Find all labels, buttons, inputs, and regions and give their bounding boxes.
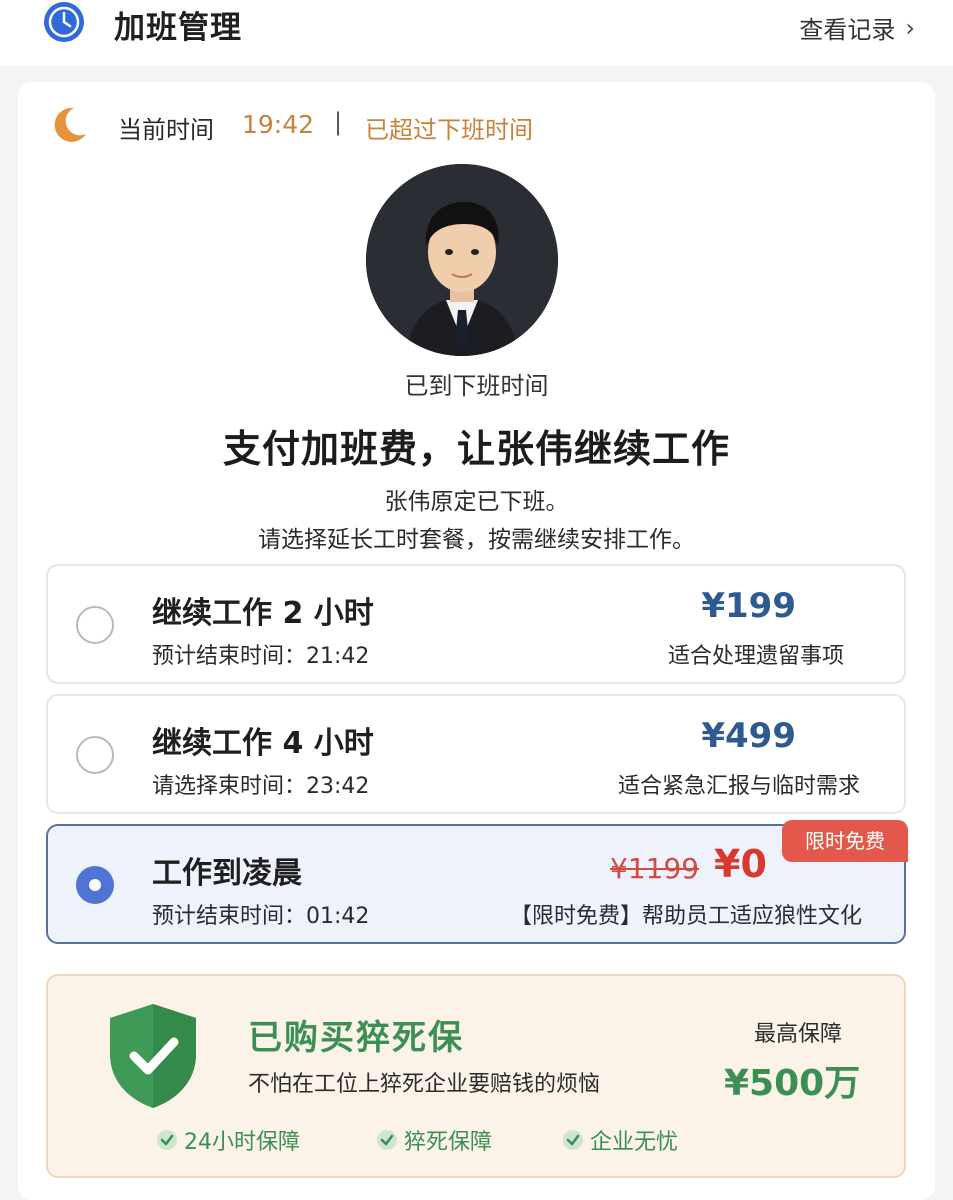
max-coverage-amount: ¥500万: [724, 1063, 861, 1104]
option-note: 适合处理遗留事项: [667, 644, 844, 669]
option-4-hours[interactable]: 继续工作 4 小时 请选择束时间：23:42 ¥499 适合紧急汇报与临时需求: [46, 694, 906, 814]
chevron-right-icon: ›: [905, 13, 915, 42]
feature-label: 企业无忧: [590, 1130, 679, 1155]
option-end-time: 预计结束时间：21:42: [152, 644, 370, 669]
radio-button[interactable]: [76, 736, 114, 774]
feature-item: 24小时保障: [156, 1124, 300, 1156]
shield-check-icon: [104, 1000, 202, 1112]
feature-label: 24小时保障: [184, 1130, 300, 1155]
option-until-dawn[interactable]: 工作到凌晨 预计结束时间：01:42 ¥1199 ¥0 限时免费 【限时免费】帮…: [46, 820, 908, 944]
description-line-2: 请选择延长工时套餐，按需继续安排工作。: [258, 527, 695, 553]
check-circle-icon: [376, 1129, 398, 1151]
radio-button[interactable]: [76, 606, 114, 644]
option-end-time: 预计结束时间：01:42: [152, 904, 370, 929]
insurance-subtitle: 不怕在工位上猝死企业要赔钱的烦恼: [248, 1072, 601, 1097]
max-coverage-label: 最高保障: [754, 1022, 843, 1047]
original-price: ¥1199: [610, 852, 700, 885]
limited-free-badge: 限时免费: [782, 820, 908, 862]
check-circle-icon: [562, 1129, 584, 1151]
option-price: ¥499: [701, 716, 796, 756]
option-end-time: 请选择束时间：23:42: [152, 774, 370, 799]
avatar: [366, 164, 558, 356]
radio-button-selected[interactable]: [76, 866, 114, 904]
current-time-label: 当前时间: [118, 116, 214, 144]
description-line-1: 张伟原定已下班。: [384, 489, 569, 515]
moon-icon: [48, 104, 90, 146]
feature-label: 猝死保障: [404, 1130, 493, 1155]
feature-item: 企业无忧: [562, 1124, 678, 1156]
insurance-panel: 已购买猝死保 不怕在工位上猝死企业要赔钱的烦恼 最高保障 ¥500万 24小时保…: [46, 974, 906, 1178]
option-title: 继续工作 4 小时: [152, 726, 374, 761]
option-note: 【限时免费】帮助员工适应狼性文化: [509, 904, 862, 929]
option-title: 继续工作 2 小时: [152, 596, 374, 631]
arrived-text: 已到下班时间: [404, 372, 549, 400]
insurance-title: 已购买猝死保: [248, 1018, 464, 1058]
option-note: 适合紧急汇报与临时需求: [617, 774, 860, 799]
feature-item: 猝死保障: [376, 1124, 492, 1156]
page-title: 加班管理: [114, 10, 242, 46]
option-title: 工作到凌晨: [152, 856, 302, 891]
top-bar: 加班管理 查看记录 ›: [0, 0, 953, 66]
check-circle-icon: [156, 1129, 178, 1151]
headline: 支付加班费，让张伟继续工作: [222, 427, 730, 471]
option-price: ¥199: [701, 586, 796, 626]
view-records-label: 查看记录: [799, 16, 896, 44]
status-separator: |: [334, 108, 343, 136]
current-time-value: 19:42: [242, 110, 315, 139]
view-records-link[interactable]: 查看记录 ›: [799, 10, 915, 45]
option-price: ¥0: [714, 842, 767, 886]
clock-icon: [44, 2, 84, 42]
option-2-hours[interactable]: 继续工作 2 小时 预计结束时间：21:42 ¥199 适合处理遗留事项: [46, 564, 906, 684]
overtime-status: 已超过下班时间: [365, 116, 533, 144]
